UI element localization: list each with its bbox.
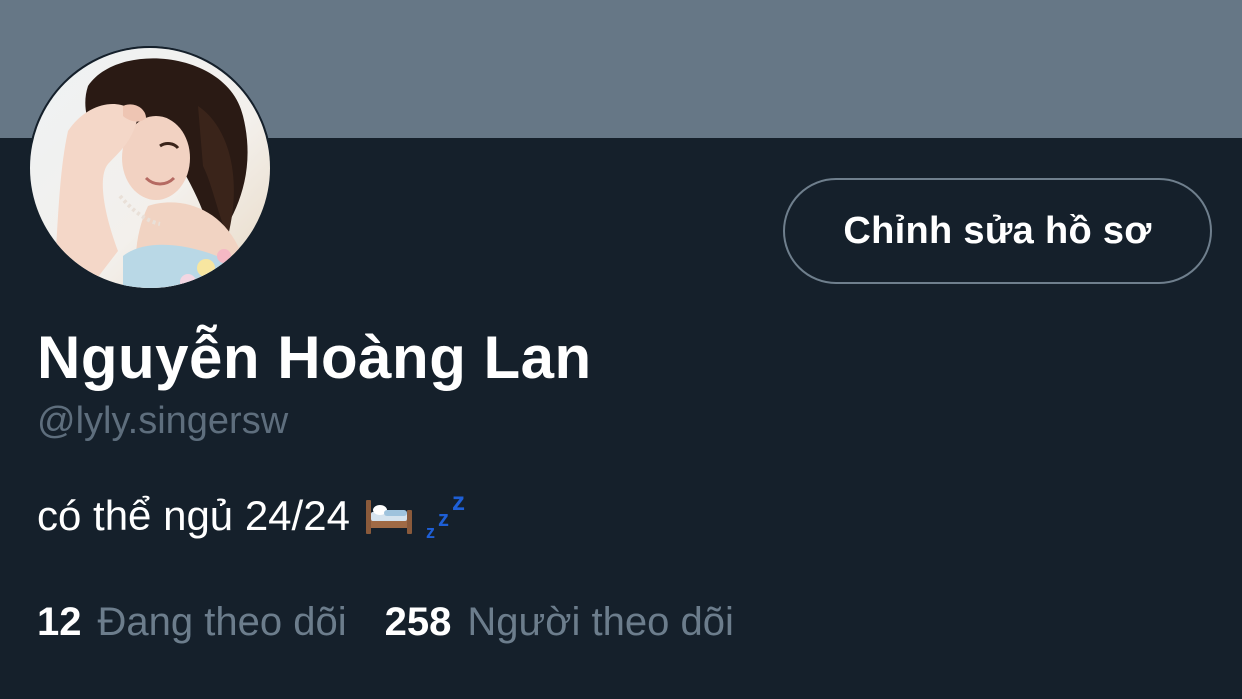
followers-stat[interactable]: 258 Người theo dõi bbox=[385, 596, 734, 648]
profile-page: Chỉnh sửa hồ sơ Nguyễn Hoàng Lan @lyly.s… bbox=[0, 0, 1242, 699]
profile-stats: 12 Đang theo dõi 258 Người theo dõi bbox=[37, 596, 734, 648]
zzz-icon: z z z bbox=[424, 486, 474, 542]
avatar-photo bbox=[28, 46, 272, 290]
followers-count: 258 bbox=[384, 600, 452, 644]
svg-text:z: z bbox=[426, 522, 435, 542]
edit-profile-button[interactable]: Chỉnh sửa hồ sơ bbox=[783, 178, 1212, 284]
svg-text:z: z bbox=[438, 506, 449, 531]
bottom-edge bbox=[0, 688, 1242, 699]
profile-bio: có thể ngủ 24/24 z z z bbox=[37, 486, 474, 542]
display-name: Nguyễn Hoàng Lan bbox=[37, 324, 592, 391]
followers-label: Người theo dõi bbox=[467, 600, 734, 644]
avatar[interactable] bbox=[28, 46, 272, 290]
bed-icon bbox=[364, 496, 414, 536]
svg-text:z: z bbox=[452, 490, 465, 516]
bio-text: có thể ngủ 24/24 bbox=[37, 492, 350, 539]
following-count: 12 bbox=[37, 600, 82, 644]
following-stat[interactable]: 12 Đang theo dõi bbox=[37, 596, 347, 648]
following-label: Đang theo dõi bbox=[97, 600, 347, 644]
profile-handle: @lyly.singersw bbox=[37, 400, 289, 442]
